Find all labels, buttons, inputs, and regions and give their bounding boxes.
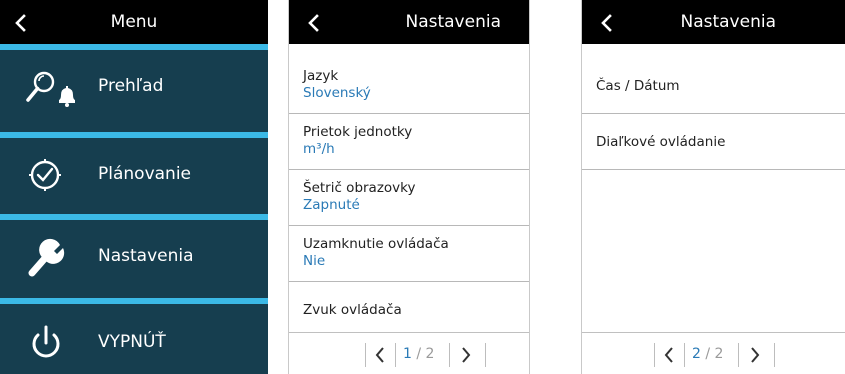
schedule-clock-icon <box>29 159 61 191</box>
settings-header: Nastavenia <box>289 0 529 44</box>
pager-divider <box>738 343 739 367</box>
menu-item-label: VYPNÚŤ <box>98 332 166 352</box>
settings-panel-page-1: Nastavenia Jazyk Slovenský Prietok jedno… <box>288 0 530 374</box>
pager-divider <box>449 343 450 367</box>
setting-label: Prietok jednotky <box>303 124 413 140</box>
next-page-chevron-icon[interactable] <box>461 347 471 363</box>
back-chevron-icon[interactable] <box>598 14 616 32</box>
current-page: 1 <box>403 346 412 362</box>
setting-label: Čas / Dátum <box>596 78 680 94</box>
pagination: 1 / 2 <box>289 332 529 374</box>
menu-item-label: Nastavenia <box>98 246 194 266</box>
menu-item-scheduling[interactable]: Plánovanie <box>0 138 268 212</box>
setting-value: Nie <box>303 253 326 269</box>
main-menu-panel: Menu Prehľad Plánovanie Nastavenia VYPNÚ… <box>0 0 268 374</box>
page-separator: / <box>705 346 711 362</box>
pagination: 2 / 2 <box>582 332 845 374</box>
power-icon <box>32 325 60 358</box>
next-page-chevron-icon[interactable] <box>750 347 760 363</box>
setting-row-language[interactable]: Jazyk Slovenský <box>289 58 529 114</box>
setting-label: Jazyk <box>303 68 339 84</box>
setting-row-controller-sound[interactable]: Zvuk ovládača <box>289 282 529 338</box>
total-pages: 2 <box>714 346 724 362</box>
menu-item-label: Plánovanie <box>98 164 192 184</box>
settings-title: Nastavenia <box>680 12 776 32</box>
menu-divider <box>0 298 268 304</box>
back-chevron-icon[interactable] <box>305 14 323 32</box>
settings-title: Nastavenia <box>405 12 501 32</box>
settings-header: Nastavenia <box>582 0 845 44</box>
setting-value: Zapnuté <box>303 197 360 213</box>
pager-divider <box>395 343 396 367</box>
setting-row-time-date[interactable]: Čas / Dátum <box>582 58 845 114</box>
pager-divider <box>654 343 655 367</box>
menu-item-label: Prehľad <box>98 76 164 96</box>
current-page: 2 <box>692 346 701 362</box>
setting-label: Šetrič obrazovky <box>303 180 416 196</box>
wrench-icon <box>28 238 65 277</box>
menu-item-power-off[interactable]: VYPNÚŤ <box>0 306 268 374</box>
settings-panel-page-2: Nastavenia Čas / Dátum Diaľkové ovládani… <box>581 0 845 374</box>
setting-row-controller-lock[interactable]: Uzamknutie ovládača Nie <box>289 226 529 282</box>
setting-label: Zvuk ovládača <box>303 302 402 318</box>
setting-value: m³/h <box>303 141 335 157</box>
pager-divider <box>684 343 685 367</box>
menu-item-settings[interactable]: Nastavenia <box>0 220 268 294</box>
pager-divider <box>365 343 366 367</box>
menu-header: Menu <box>0 0 268 44</box>
pager-divider <box>774 343 775 367</box>
setting-label: Uzamknutie ovládača <box>303 236 449 252</box>
overview-alarm-icon <box>26 71 75 107</box>
page-indicator: 1 / 2 <box>403 346 434 362</box>
pager-divider <box>485 343 486 367</box>
total-pages: 2 <box>425 346 435 362</box>
setting-row-flow-unit[interactable]: Prietok jednotky m³/h <box>289 114 529 170</box>
setting-label: Diaľkové ovládanie <box>596 134 726 150</box>
page-separator: / <box>416 346 422 362</box>
menu-item-overview[interactable]: Prehľad <box>0 50 268 124</box>
prev-page-chevron-icon[interactable] <box>664 347 674 363</box>
prev-page-chevron-icon[interactable] <box>375 347 385 363</box>
setting-value: Slovenský <box>303 85 371 101</box>
setting-row-screensaver[interactable]: Šetrič obrazovky Zapnuté <box>289 170 529 226</box>
setting-row-remote-control[interactable]: Diaľkové ovládanie <box>582 114 845 170</box>
page-indicator: 2 / 2 <box>692 346 723 362</box>
menu-title: Menu <box>110 12 158 32</box>
